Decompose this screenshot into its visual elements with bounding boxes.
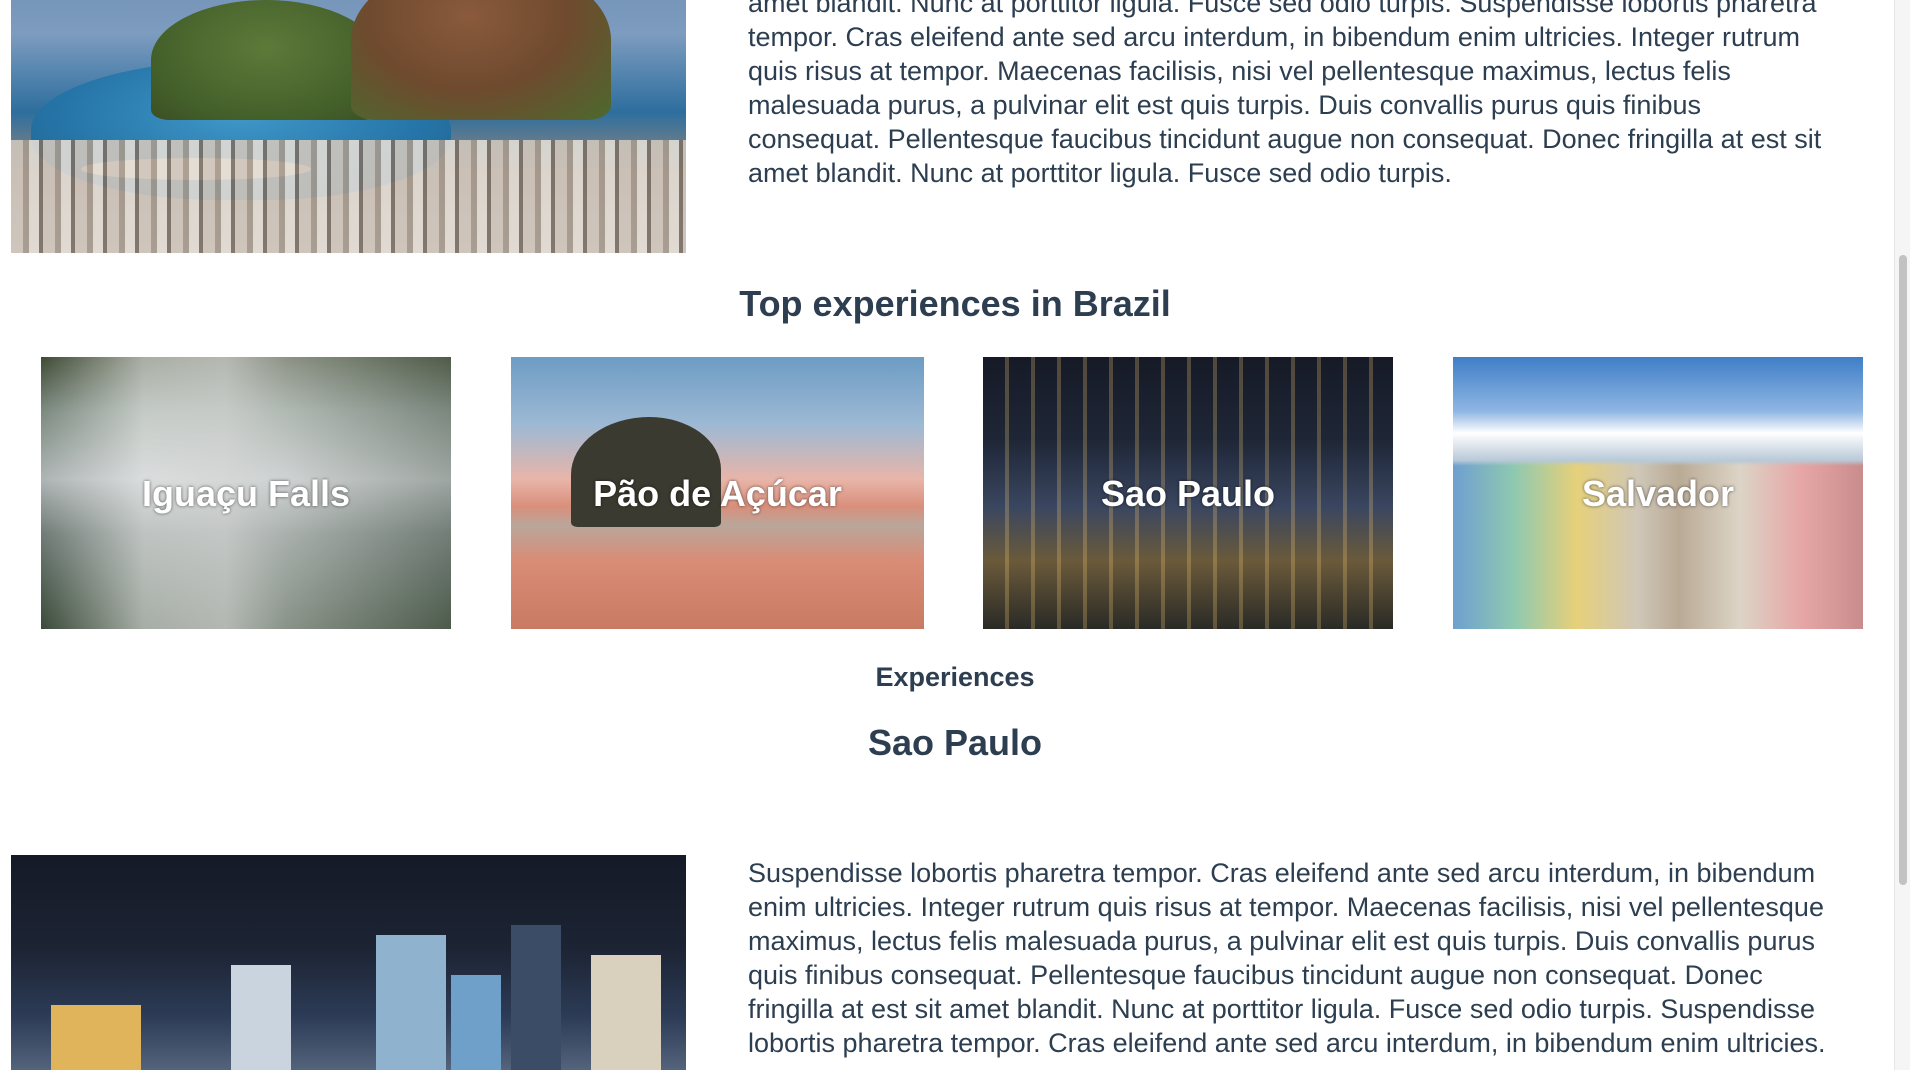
hill-right: [351, 0, 611, 120]
building: [591, 955, 661, 1070]
card-salvador[interactable]: Salvador: [1453, 357, 1863, 629]
intro-paragraph: amet blandit. Nunc at porttitor ligula. …: [748, 0, 1822, 188]
building: [51, 1005, 141, 1070]
card-sao-paulo[interactable]: Sao Paulo: [983, 357, 1393, 629]
card-label: Salvador: [1581, 472, 1735, 514]
city-buildings: [11, 140, 686, 253]
card-pao-de-acucar[interactable]: Pão de Açúcar: [511, 357, 924, 629]
page: amet blandit. Nunc at porttitor ligula. …: [0, 0, 1910, 1070]
city-paragraph: Suspendisse lobortis pharetra tempor. Cr…: [748, 858, 1826, 1058]
sao-paulo-image: [11, 855, 686, 1070]
scrollbar-thumb[interactable]: [1899, 255, 1907, 885]
hill-left: [151, 0, 381, 120]
scrollbar[interactable]: [1894, 0, 1910, 1070]
city-title: Sao Paulo: [867, 722, 1043, 763]
experiences-subtitle: Experiences: [875, 662, 1035, 692]
card-label: Sao Paulo: [1100, 472, 1276, 514]
building: [231, 965, 291, 1070]
experience-cards: Iguaçu Falls Pão de Açúcar Sao Paulo Sal…: [0, 357, 1910, 629]
card-label: Pão de Açúcar: [593, 472, 842, 514]
building: [451, 975, 501, 1070]
card-label: Iguaçu Falls: [141, 472, 351, 514]
top-experiences-title: Top experiences in Brazil: [739, 283, 1171, 324]
building: [376, 935, 446, 1070]
card-iguacu-falls[interactable]: Iguaçu Falls: [41, 357, 451, 629]
rio-bay-image: [11, 0, 686, 253]
building: [511, 925, 561, 1070]
